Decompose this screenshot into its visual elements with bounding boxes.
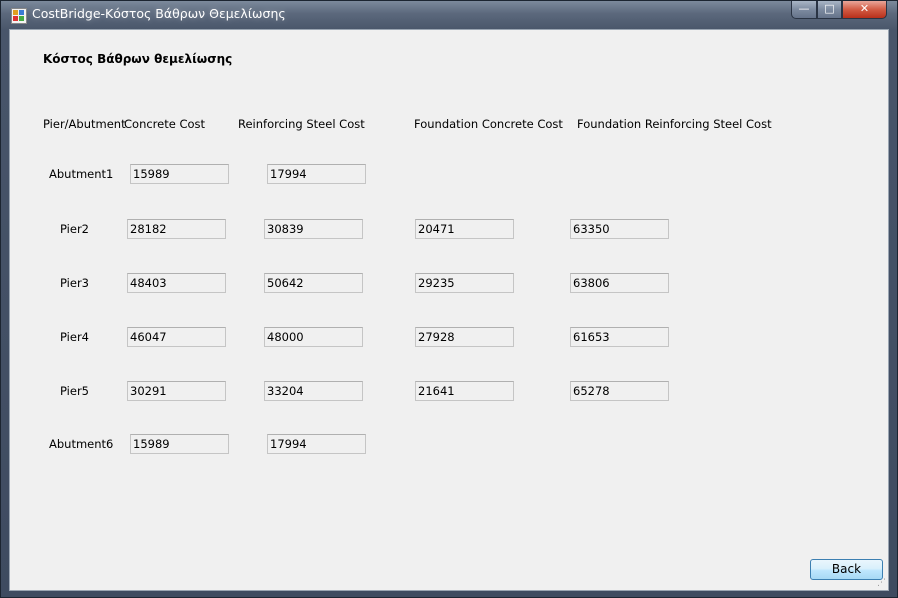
window-controls: — □ ✕ xyxy=(791,1,894,21)
steel-cost-field[interactable]: 48000 xyxy=(264,327,363,347)
foundation-concrete-cost-field[interactable]: 29235 xyxy=(415,273,514,293)
maximize-button[interactable]: □ xyxy=(817,1,842,19)
column-header-steel-cost: Reinforcing Steel Cost xyxy=(238,117,365,131)
foundation-concrete-cost-field[interactable]: 21641 xyxy=(415,381,514,401)
back-button[interactable]: Back xyxy=(810,559,883,580)
concrete-cost-field[interactable]: 48403 xyxy=(127,273,226,293)
row-label-abutment1: Abutment1 xyxy=(49,167,114,181)
row-label-abutment6: Abutment6 xyxy=(49,437,114,451)
form-heading: Κόστος Βάθρων θεμελίωσης xyxy=(43,52,233,66)
concrete-cost-field[interactable]: 46047 xyxy=(127,327,226,347)
steel-cost-field[interactable]: 30839 xyxy=(264,219,363,239)
window-title: CostBridge-Κόστος Βάθρων Θεμελίωσης xyxy=(32,6,286,21)
row-label-pier3: Pier3 xyxy=(60,276,89,290)
minimize-button[interactable]: — xyxy=(791,1,817,19)
foundation-steel-cost-field[interactable]: 63806 xyxy=(570,273,669,293)
foundation-concrete-cost-field[interactable]: 27928 xyxy=(415,327,514,347)
column-header-foundation-concrete-cost: Foundation Concrete Cost xyxy=(414,117,563,131)
title-bar[interactable]: CostBridge-Κόστος Βάθρων Θεμελίωσης — □ … xyxy=(1,1,897,29)
concrete-cost-field[interactable]: 15989 xyxy=(130,164,229,184)
resize-grip-icon[interactable]: ⋰ xyxy=(877,579,886,588)
row-label-pier5: Pier5 xyxy=(60,384,89,398)
steel-cost-field[interactable]: 33204 xyxy=(264,381,363,401)
concrete-cost-field[interactable]: 28182 xyxy=(127,219,226,239)
steel-cost-field[interactable]: 17994 xyxy=(267,434,366,454)
steel-cost-field[interactable]: 17994 xyxy=(267,164,366,184)
foundation-steel-cost-field[interactable]: 63350 xyxy=(570,219,669,239)
row-label-pier4: Pier4 xyxy=(60,330,89,344)
column-header-foundation-steel-cost: Foundation Reinforcing Steel Cost xyxy=(577,117,772,131)
app-icon[interactable] xyxy=(11,8,27,24)
column-header-element: Pier/Abutment xyxy=(43,117,126,131)
steel-cost-field[interactable]: 50642 xyxy=(264,273,363,293)
row-label-pier2: Pier2 xyxy=(60,222,89,236)
foundation-steel-cost-field[interactable]: 65278 xyxy=(570,381,669,401)
foundation-steel-cost-field[interactable]: 61653 xyxy=(570,327,669,347)
concrete-cost-field[interactable]: 15989 xyxy=(130,434,229,454)
concrete-cost-field[interactable]: 30291 xyxy=(127,381,226,401)
form-client-area: Κόστος Βάθρων θεμελίωσης Pier/Abutment C… xyxy=(9,29,889,591)
foundation-concrete-cost-field[interactable]: 20471 xyxy=(415,219,514,239)
close-button[interactable]: ✕ xyxy=(842,1,887,19)
app-window: CostBridge-Κόστος Βάθρων Θεμελίωσης — □ … xyxy=(0,0,898,598)
column-header-concrete-cost: Concrete Cost xyxy=(124,117,206,131)
